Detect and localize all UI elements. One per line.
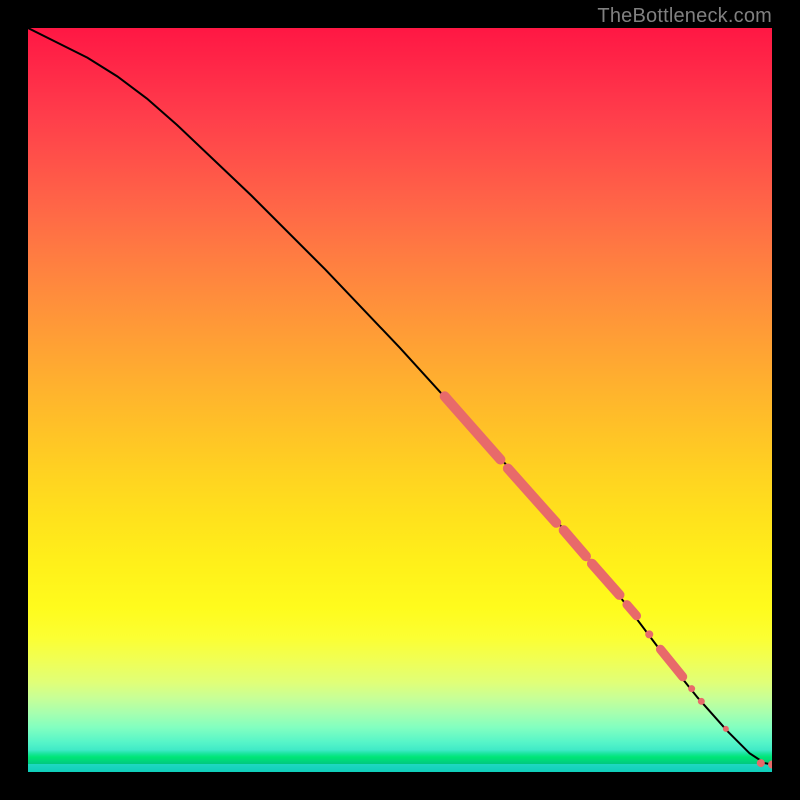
curve-marker-dot	[688, 685, 695, 692]
curve-marker-segment	[508, 468, 556, 522]
curve-marker-segment	[592, 564, 620, 595]
curve-marker-segment	[660, 649, 682, 677]
curve-marker-segment	[445, 396, 501, 459]
curve-layer	[28, 28, 772, 772]
plot-area	[28, 28, 772, 772]
curve-marker-dot	[757, 759, 765, 767]
curve-marker-segment	[627, 605, 637, 616]
marker-group	[445, 396, 772, 768]
curve-marker-dot	[645, 630, 653, 638]
curve-marker-dot	[698, 698, 705, 705]
watermark-text: TheBottleneck.com	[597, 5, 772, 28]
curve-marker-dot	[768, 761, 772, 769]
curve-marker-dot	[723, 726, 729, 732]
curve-marker-segment	[564, 530, 586, 556]
chart-stage: TheBottleneck.com	[0, 0, 800, 800]
